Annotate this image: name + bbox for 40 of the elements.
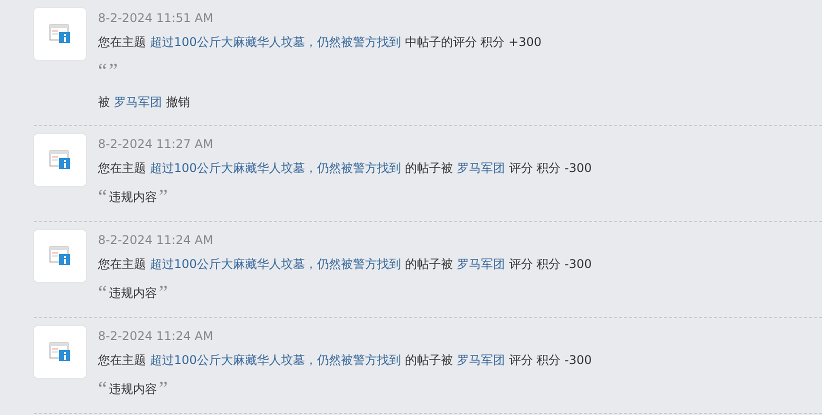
quote-mark: ” xyxy=(158,377,168,402)
thread-link[interactable]: 罗马军团 xyxy=(456,250,505,278)
message-text: 的帖子被 xyxy=(404,352,453,369)
quote-text: 违规内容 xyxy=(108,189,157,206)
message-text: 您在主题 xyxy=(98,256,146,273)
thread-link[interactable]: 超过100公斤大麻藏华人坟墓，仍然被警方找到 xyxy=(150,154,401,182)
notice-time: 8-2-2024 11:27 AM xyxy=(98,136,214,153)
quote-text: 违规内容 xyxy=(108,285,157,302)
message-text: 评分 积分 -300 xyxy=(508,256,592,273)
message-text: 您在主题 xyxy=(98,352,146,369)
message-text: 您在主题 xyxy=(98,160,146,177)
notice-icon xyxy=(34,8,86,60)
message-text: 被 xyxy=(98,94,110,111)
notice-time: 8-2-2024 11:51 AM xyxy=(98,10,214,27)
thread-link[interactable]: 超过100公斤大麻藏华人坟墓，仍然被警方找到 xyxy=(150,250,401,278)
quote-text: 违规内容 xyxy=(108,381,157,398)
quote-mark: “ xyxy=(98,59,107,84)
thread-link[interactable]: 罗马军团 xyxy=(456,346,505,374)
quote-mark: “ xyxy=(98,281,107,306)
notice-time: 8-2-2024 11:24 AM xyxy=(98,328,214,345)
message-text: 撤销 xyxy=(166,94,190,111)
notice-icon xyxy=(34,230,86,282)
thread-link[interactable]: 超过100公斤大麻藏华人坟墓，仍然被警方找到 xyxy=(150,346,401,374)
message-text: 的帖子被 xyxy=(404,256,453,273)
message-text: 的帖子被 xyxy=(404,160,453,177)
thread-link[interactable]: 超过100公斤大麻藏华人坟墓，仍然被警方找到 xyxy=(150,28,401,56)
quote-mark: “ xyxy=(98,377,107,402)
notice-time: 8-2-2024 11:24 AM xyxy=(98,232,214,249)
message-text: 评分 积分 -300 xyxy=(508,160,592,177)
quote-mark: ” xyxy=(108,59,118,84)
quote-mark: ” xyxy=(158,281,168,306)
quote-mark: “ xyxy=(98,185,107,210)
message-text: 您在主题 xyxy=(98,34,146,51)
thread-link[interactable]: 罗马军团 xyxy=(114,88,162,116)
thread-link[interactable]: 罗马军团 xyxy=(456,154,505,182)
notice-icon xyxy=(34,326,86,378)
message-text: 评分 积分 -300 xyxy=(508,352,592,369)
notice-icon xyxy=(34,134,86,186)
message-text: 中帖子的评分 积分 +300 xyxy=(404,34,542,51)
quote-mark: ” xyxy=(158,185,168,210)
